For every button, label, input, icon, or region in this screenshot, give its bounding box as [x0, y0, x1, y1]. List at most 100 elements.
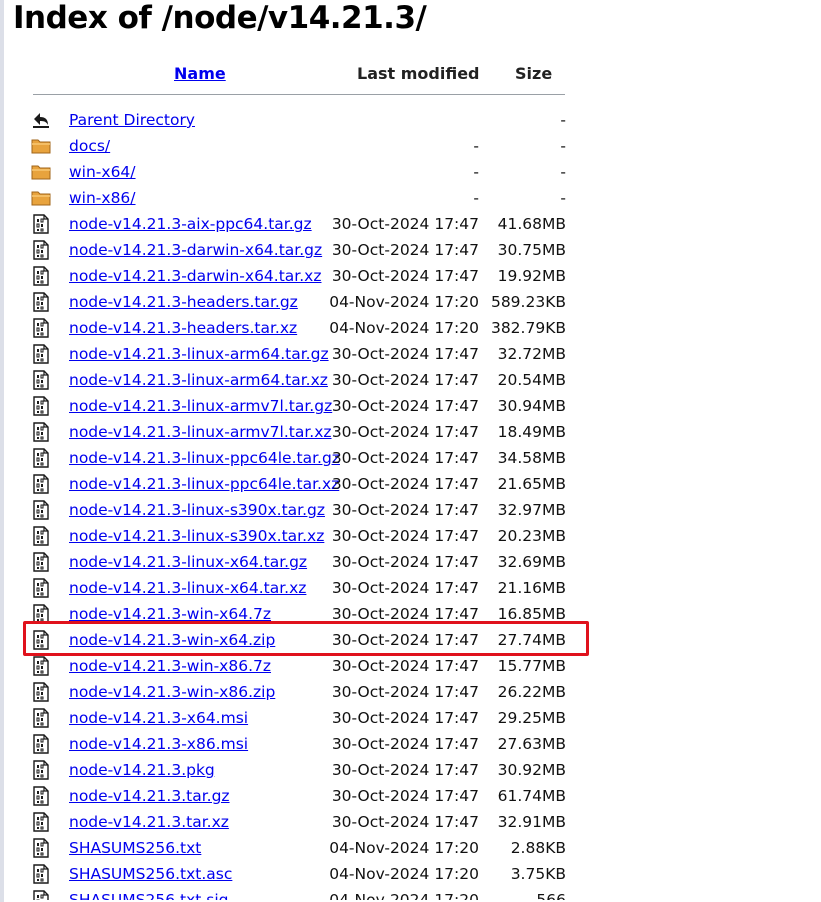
listing-row: node-v14.21.3-x64.msi 30-Oct-2024 17:47 29…	[25, 706, 566, 732]
size-value: 19.92MB	[497, 267, 566, 285]
file-link[interactable]: node-v14.21.3-win-x86.zip	[69, 683, 275, 701]
binary-file-icon	[31, 240, 51, 260]
file-link[interactable]: node-v14.21.3-linux-ppc64le.tar.gz	[69, 449, 340, 467]
last-modified-value: 30-Oct-2024 17:47	[331, 267, 479, 285]
binary-file-icon	[31, 552, 51, 572]
file-link[interactable]: node-v14.21.3-win-x64.7z	[69, 605, 271, 623]
sort-by-name-link[interactable]: Name	[174, 64, 226, 83]
file-link[interactable]: node-v14.21.3-linux-armv7l.tar.xz	[69, 423, 332, 441]
last-modified-value: 30-Oct-2024 17:47	[331, 449, 479, 467]
listing-row: Parent Directory -	[25, 108, 566, 134]
file-link[interactable]: node-v14.21.3-linux-arm64.tar.xz	[69, 371, 328, 389]
size-value: 21.65MB	[497, 475, 566, 493]
size-value: 589.23KB	[490, 293, 566, 311]
size-value: 41.68MB	[497, 215, 566, 233]
listing-row: SHASUMS256.txt.asc 04-Nov-2024 17:20 3.75K…	[25, 862, 566, 888]
size-value: 30.94MB	[497, 397, 566, 415]
last-modified-value: 30-Oct-2024 17:47	[331, 709, 479, 727]
file-link[interactable]: node-v14.21.3-x64.msi	[69, 709, 248, 727]
last-modified-value: 30-Oct-2024 17:47	[331, 735, 479, 753]
last-modified-value: -	[473, 137, 479, 155]
listing-row: node-v14.21.3-aix-ppc64.tar.gz 30-Oct-202…	[25, 212, 566, 238]
last-modified-value: 30-Oct-2024 17:47	[331, 345, 479, 363]
binary-file-icon	[31, 500, 51, 520]
last-modified-value: 04-Nov-2024 17:20	[329, 865, 479, 883]
last-modified-value: 04-Nov-2024 17:20	[329, 293, 479, 311]
listing-row: node-v14.21.3-win-x86.zip 30-Oct-2024 17:…	[25, 680, 566, 706]
file-link[interactable]: SHASUMS256.txt.asc	[69, 865, 232, 883]
directory-listing: Name Last modified Size Parent Directory…	[25, 56, 566, 902]
file-link[interactable]: node-v14.21.3-linux-x64.tar.gz	[69, 553, 307, 571]
file-link[interactable]: node-v14.21.3-win-x64.zip	[69, 631, 275, 649]
file-link[interactable]: node-v14.21.3-darwin-x64.tar.xz	[69, 267, 321, 285]
last-modified-value: 30-Oct-2024 17:47	[331, 657, 479, 675]
file-link[interactable]: node-v14.21.3-linux-armv7l.tar.gz	[69, 397, 332, 415]
size-column-header: Size	[515, 64, 553, 83]
file-link[interactable]: win-x64/	[69, 163, 136, 181]
file-link[interactable]: node-v14.21.3.tar.xz	[69, 813, 229, 831]
file-link[interactable]: node-v14.21.3-headers.tar.xz	[69, 319, 297, 337]
file-link[interactable]: node-v14.21.3-linux-s390x.tar.xz	[69, 527, 324, 545]
last-modified-value: 30-Oct-2024 17:47	[331, 241, 479, 259]
last-modified-value: 30-Oct-2024 17:47	[331, 683, 479, 701]
binary-file-icon	[31, 422, 51, 442]
file-link[interactable]: SHASUMS256.txt	[69, 839, 201, 857]
last-modified-value: 30-Oct-2024 17:47	[331, 501, 479, 519]
binary-file-icon	[31, 682, 51, 702]
size-value: 29.25MB	[497, 709, 566, 727]
last-modified-value: -	[473, 163, 479, 181]
file-link[interactable]: Parent Directory	[69, 111, 195, 129]
last-modified-value: 04-Nov-2024 17:20	[329, 319, 479, 337]
binary-file-icon	[31, 370, 51, 390]
binary-file-icon	[31, 526, 51, 546]
binary-file-icon	[31, 708, 51, 728]
folder-icon	[31, 136, 51, 156]
size-value: 2.88KB	[510, 839, 566, 857]
last-modified-value: 30-Oct-2024 17:47	[331, 761, 479, 779]
file-link[interactable]: node-v14.21.3-win-x86.7z	[69, 657, 271, 675]
binary-file-icon	[31, 864, 51, 884]
binary-file-icon	[31, 760, 51, 780]
file-link[interactable]: node-v14.21.3-linux-arm64.tar.gz	[69, 345, 329, 363]
file-link[interactable]: node-v14.21.3.tar.gz	[69, 787, 230, 805]
size-value: 30.92MB	[497, 761, 566, 779]
file-link[interactable]: node-v14.21.3-linux-s390x.tar.gz	[69, 501, 325, 519]
size-value: 61.74MB	[497, 787, 566, 805]
binary-file-icon	[31, 812, 51, 832]
listing-row: node-v14.21.3-linux-ppc64le.tar.gz 30-Oct…	[25, 446, 566, 472]
file-link[interactable]: node-v14.21.3-headers.tar.gz	[69, 293, 298, 311]
listing-row: node-v14.21.3-linux-s390x.tar.gz 30-Oct-2…	[25, 498, 566, 524]
file-link[interactable]: win-x86/	[69, 189, 136, 207]
listing-row: node-v14.21.3-win-x86.7z 30-Oct-2024 17:4…	[25, 654, 566, 680]
size-value: 20.23MB	[497, 527, 566, 545]
file-link[interactable]: node-v14.21.3-darwin-x64.tar.gz	[69, 241, 322, 259]
listing-row: docs/ - -	[25, 134, 566, 160]
binary-file-icon	[31, 838, 51, 858]
size-value: 16.85MB	[497, 605, 566, 623]
listing-row: node-v14.21.3-darwin-x64.tar.gz 30-Oct-20…	[25, 238, 566, 264]
file-link[interactable]: node-v14.21.3-x86.msi	[69, 735, 248, 753]
listing-row: node-v14.21.3.tar.xz 30-Oct-2024 17:47 32.…	[25, 810, 566, 836]
file-link[interactable]: node-v14.21.3.pkg	[69, 761, 215, 779]
binary-file-icon	[31, 396, 51, 416]
last-modified-value: 30-Oct-2024 17:47	[331, 527, 479, 545]
size-value: 32.72MB	[497, 345, 566, 363]
file-link[interactable]: node-v14.21.3-aix-ppc64.tar.gz	[69, 215, 312, 233]
page-title: Index of /node/v14.21.3/	[13, 0, 427, 36]
file-link[interactable]: node-v14.21.3-linux-x64.tar.xz	[69, 579, 306, 597]
binary-file-icon	[31, 604, 51, 624]
listing-row: node-v14.21.3-win-x64.7z 30-Oct-2024 17:4…	[25, 602, 566, 628]
binary-file-icon	[31, 318, 51, 338]
file-link[interactable]: node-v14.21.3-linux-ppc64le.tar.xz	[69, 475, 339, 493]
size-value: 3.75KB	[510, 865, 566, 883]
listing-row: node-v14.21.3-x86.msi 30-Oct-2024 17:47 27…	[25, 732, 566, 758]
listing-row: node-v14.21.3-linux-armv7l.tar.gz 30-Oct-…	[25, 394, 566, 420]
file-link[interactable]: docs/	[69, 137, 110, 155]
binary-file-icon	[31, 656, 51, 676]
listing-row: node-v14.21.3-linux-ppc64le.tar.xz 30-Oct…	[25, 472, 566, 498]
size-value: 15.77MB	[497, 657, 566, 675]
listing-row: win-x86/ - -	[25, 186, 566, 212]
size-value: -	[560, 111, 566, 129]
listing-row: node-v14.21.3-linux-s390x.tar.xz 30-Oct-2…	[25, 524, 566, 550]
binary-file-icon	[31, 266, 51, 286]
